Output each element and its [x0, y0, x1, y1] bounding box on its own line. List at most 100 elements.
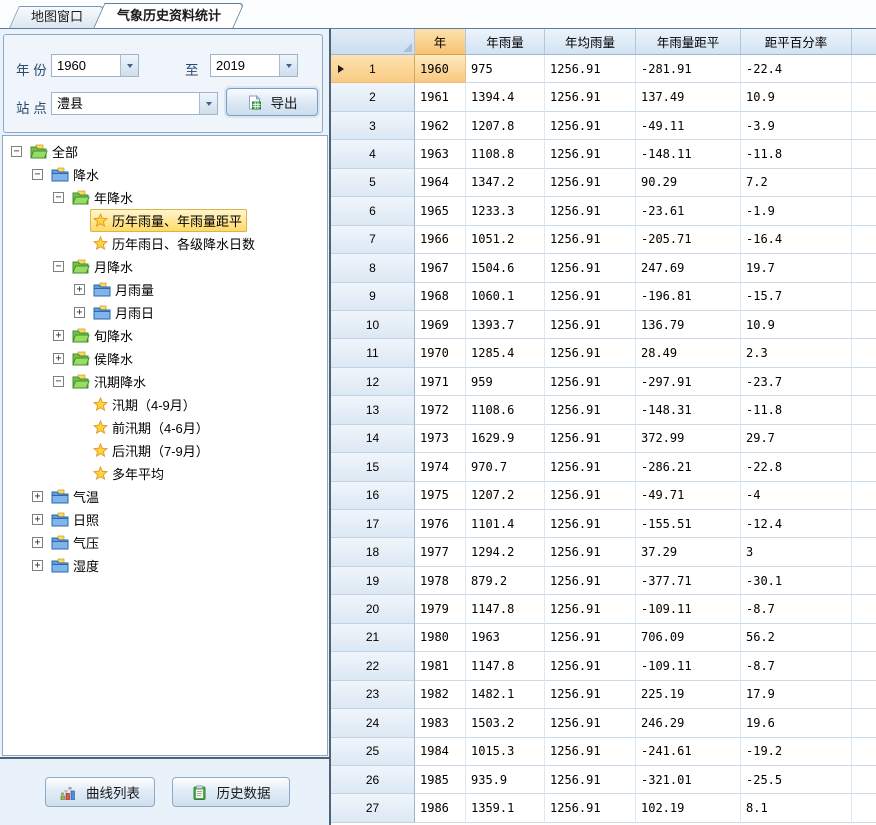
- year-to-select[interactable]: 2019: [210, 54, 298, 77]
- collapse-icon[interactable]: −: [53, 192, 64, 203]
- cell-annual-rainfall[interactable]: 1147.8: [466, 595, 545, 623]
- cell-year[interactable]: 1968: [415, 283, 466, 311]
- cell-anomaly-percent[interactable]: -11.8: [741, 396, 852, 424]
- cell-anomaly-percent[interactable]: -30.1: [741, 567, 852, 595]
- cell-average-rainfall[interactable]: 1256.91: [545, 652, 636, 680]
- cell-annual-rainfall[interactable]: 935.9: [466, 766, 545, 794]
- cell-annual-rainfall[interactable]: 1101.4: [466, 510, 545, 538]
- row-header[interactable]: 11: [331, 339, 415, 367]
- cell-average-rainfall[interactable]: 1256.91: [545, 368, 636, 396]
- cell-rainfall-anomaly[interactable]: -49.11: [636, 112, 741, 140]
- cell-year[interactable]: 1985: [415, 766, 466, 794]
- cell-average-rainfall[interactable]: 1256.91: [545, 794, 636, 822]
- collapse-icon[interactable]: −: [53, 261, 64, 272]
- cell-anomaly-percent[interactable]: -22.8: [741, 453, 852, 481]
- expand-icon[interactable]: +: [74, 307, 85, 318]
- cell-annual-rainfall[interactable]: 1207.8: [466, 112, 545, 140]
- row-header[interactable]: 13: [331, 396, 415, 424]
- tree-item-sunshine[interactable]: +日照: [3, 508, 327, 531]
- cell-average-rainfall[interactable]: 1256.91: [545, 482, 636, 510]
- cell-year[interactable]: 1978: [415, 567, 466, 595]
- cell-average-rainfall[interactable]: 1256.91: [545, 55, 636, 83]
- cell-rainfall-anomaly[interactable]: 246.29: [636, 709, 741, 737]
- column-header-anomaly-percent[interactable]: 距平百分率: [741, 29, 852, 55]
- cell-year[interactable]: 1964: [415, 169, 466, 197]
- cell-anomaly-percent[interactable]: 19.6: [741, 709, 852, 737]
- cell-annual-rainfall[interactable]: 975: [466, 55, 545, 83]
- cell-year[interactable]: 1972: [415, 396, 466, 424]
- tree-item-monthly-rain-days[interactable]: +月雨日: [3, 301, 327, 324]
- cell-rainfall-anomaly[interactable]: 136.79: [636, 311, 741, 339]
- cell-anomaly-percent[interactable]: 10.9: [741, 83, 852, 111]
- cell-anomaly-percent[interactable]: -8.7: [741, 595, 852, 623]
- cell-average-rainfall[interactable]: 1256.91: [545, 311, 636, 339]
- cell-year[interactable]: 1977: [415, 538, 466, 566]
- year-from-select[interactable]: 1960: [51, 54, 139, 77]
- cell-annual-rainfall[interactable]: 1051.2: [466, 226, 545, 254]
- cell-average-rainfall[interactable]: 1256.91: [545, 538, 636, 566]
- row-header[interactable]: 5: [331, 169, 415, 197]
- cell-rainfall-anomaly[interactable]: -23.61: [636, 197, 741, 225]
- cell-annual-rainfall[interactable]: 1108.6: [466, 396, 545, 424]
- cell-annual-rainfall[interactable]: 1359.1: [466, 794, 545, 822]
- cell-average-rainfall[interactable]: 1256.91: [545, 595, 636, 623]
- select-all-corner[interactable]: [331, 29, 415, 55]
- row-header[interactable]: 24: [331, 709, 415, 737]
- column-header-rainfall-anomaly[interactable]: 年雨量距平: [636, 29, 741, 55]
- tree-item-annual-precipitation[interactable]: −年降水: [3, 186, 327, 209]
- tree-item-all[interactable]: −全部: [3, 140, 327, 163]
- cell-year[interactable]: 1971: [415, 368, 466, 396]
- cell-annual-rainfall[interactable]: 1393.7: [466, 311, 545, 339]
- cell-average-rainfall[interactable]: 1256.91: [545, 766, 636, 794]
- cell-rainfall-anomaly[interactable]: 28.49: [636, 339, 741, 367]
- cell-anomaly-percent[interactable]: 7.2: [741, 169, 852, 197]
- cell-annual-rainfall[interactable]: 1285.4: [466, 339, 545, 367]
- cell-year[interactable]: 1967: [415, 254, 466, 282]
- column-header-year[interactable]: 年: [415, 29, 466, 55]
- expand-icon[interactable]: +: [32, 560, 43, 571]
- collapse-icon[interactable]: −: [32, 169, 43, 180]
- cell-anomaly-percent[interactable]: -1.9: [741, 197, 852, 225]
- row-header[interactable]: 2: [331, 83, 415, 111]
- tree-item-ten-day-precipitation[interactable]: +旬降水: [3, 324, 327, 347]
- cell-rainfall-anomaly[interactable]: -196.81: [636, 283, 741, 311]
- cell-anomaly-percent[interactable]: -19.2: [741, 738, 852, 766]
- cell-rainfall-anomaly[interactable]: -321.01: [636, 766, 741, 794]
- cell-annual-rainfall[interactable]: 1347.2: [466, 169, 545, 197]
- tree-item-temperature[interactable]: +气温: [3, 485, 327, 508]
- expand-icon[interactable]: +: [53, 330, 64, 341]
- cell-annual-rainfall[interactable]: 1963: [466, 624, 545, 652]
- row-header[interactable]: 22: [331, 652, 415, 680]
- cell-year[interactable]: 1984: [415, 738, 466, 766]
- cell-annual-rainfall[interactable]: 1147.8: [466, 652, 545, 680]
- cell-year[interactable]: 1975: [415, 482, 466, 510]
- cell-year[interactable]: 1981: [415, 652, 466, 680]
- row-header[interactable]: 10: [331, 311, 415, 339]
- row-header[interactable]: 25: [331, 738, 415, 766]
- cell-rainfall-anomaly[interactable]: 372.99: [636, 425, 741, 453]
- cell-annual-rainfall[interactable]: 1294.2: [466, 538, 545, 566]
- cell-rainfall-anomaly[interactable]: 90.29: [636, 169, 741, 197]
- cell-rainfall-anomaly[interactable]: -109.11: [636, 595, 741, 623]
- cell-annual-rainfall[interactable]: 970.7: [466, 453, 545, 481]
- history-data-button[interactable]: 历史数据: [172, 777, 290, 807]
- cell-rainfall-anomaly[interactable]: -377.71: [636, 567, 741, 595]
- collapse-icon[interactable]: −: [53, 376, 64, 387]
- tree-item-post-flood-season[interactable]: 后汛期（7-9月）: [3, 439, 327, 462]
- expand-icon[interactable]: +: [53, 353, 64, 364]
- cell-average-rainfall[interactable]: 1256.91: [545, 453, 636, 481]
- cell-anomaly-percent[interactable]: -8.7: [741, 652, 852, 680]
- chevron-down-icon[interactable]: [120, 55, 138, 76]
- cell-year[interactable]: 1973: [415, 425, 466, 453]
- cell-year[interactable]: 1963: [415, 140, 466, 168]
- row-header[interactable]: 7: [331, 226, 415, 254]
- chevron-down-icon[interactable]: [279, 55, 297, 76]
- tree-item-flood-season[interactable]: 汛期（4-9月）: [3, 393, 327, 416]
- row-header[interactable]: 14: [331, 425, 415, 453]
- cell-annual-rainfall[interactable]: 879.2: [466, 567, 545, 595]
- cell-average-rainfall[interactable]: 1256.91: [545, 254, 636, 282]
- cell-anomaly-percent[interactable]: 3: [741, 538, 852, 566]
- row-header[interactable]: 4: [331, 140, 415, 168]
- cell-average-rainfall[interactable]: 1256.91: [545, 197, 636, 225]
- cell-anomaly-percent[interactable]: 29.7: [741, 425, 852, 453]
